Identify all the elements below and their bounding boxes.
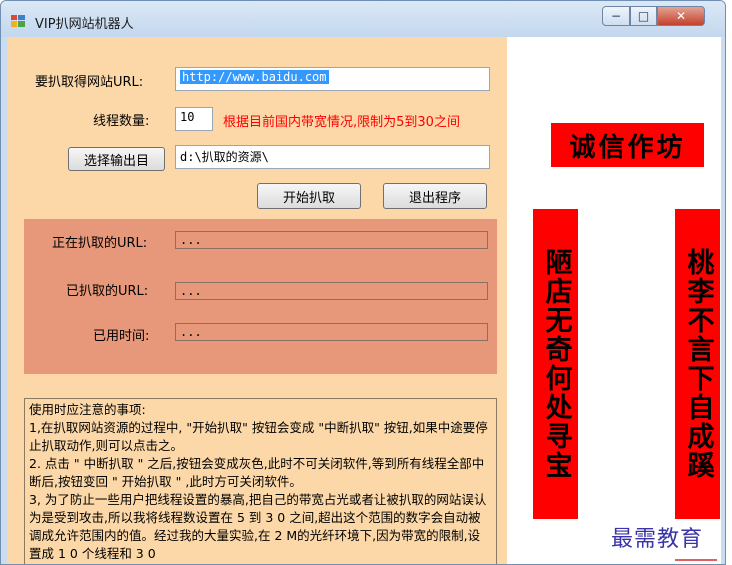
done-url-label: 已扒取的URL: — [66, 284, 149, 299]
current-url-value: ... — [175, 231, 488, 249]
status-panel: 正在扒取的URL: ... 已扒取的URL: ... 已用时间: ... — [24, 219, 497, 374]
threads-label: 线程数量: — [93, 114, 150, 129]
notes-item: 2. 点击 " 中断扒取 " 之后,按钮会变成灰色,此时不可关闭软件,等到所有线… — [29, 456, 485, 489]
elapsed-value: ... — [175, 323, 488, 341]
url-input-value: http://www.baidu.com — [180, 70, 329, 84]
close-button[interactable]: ✕ — [657, 6, 705, 26]
form-panel: 要扒取得网站URL: http://www.baidu.com 线程数量: 10… — [7, 37, 507, 564]
left-scroll: 陋店无奇何处寻宝 — [533, 209, 578, 519]
elapsed-label: 已用时间: — [93, 329, 150, 344]
watermark: 最需教育 — [611, 527, 704, 552]
app-icon — [11, 15, 25, 27]
threads-note: 根据目前国内带宽情况,限制为5到30之间 — [223, 115, 460, 130]
maximize-button[interactable]: □ — [630, 6, 657, 26]
banner-sign: 诚信作坊 — [551, 123, 704, 167]
app-window: VIP扒网站机器人 − □ ✕ 要扒取得网站URL: http://www.ba… — [0, 0, 726, 565]
output-path-input[interactable]: d:\扒取的资源\ — [175, 145, 490, 169]
current-url-label: 正在扒取的URL: — [52, 236, 148, 251]
notes-item: 3, 为了防止一些用户把线程设置的暴高,把自己的带宽占光或者让被扒取的网站误认为… — [29, 492, 487, 561]
url-input[interactable]: http://www.baidu.com — [175, 67, 490, 91]
url-label: 要扒取得网站URL: — [35, 75, 144, 90]
client-area: 要扒取得网站URL: http://www.baidu.com 线程数量: 10… — [7, 37, 721, 564]
title-bar[interactable]: VIP扒网站机器人 − □ ✕ — [1, 1, 725, 37]
notes-textbox[interactable]: 使用时应注意的事项: 1,在扒取网站资源的过程中, "开始扒取" 按钮会变成 "… — [24, 398, 497, 564]
start-button[interactable]: 开始扒取 — [257, 183, 361, 209]
right-scroll: 桃李不言下自成蹊 — [675, 209, 720, 519]
notes-heading: 使用时应注意的事项: — [29, 402, 146, 417]
notes-item: 1,在扒取网站资源的过程中, "开始扒取" 按钮会变成 "中断扒取" 按钮,如果… — [29, 420, 488, 453]
decor-panel: 诚信作坊 陋店无奇何处寻宝 桃李不言下自成蹊 最需教育 — [507, 37, 721, 564]
minimize-button[interactable]: − — [602, 6, 630, 26]
window-title: VIP扒网站机器人 — [35, 17, 134, 32]
exit-button[interactable]: 退出程序 — [383, 183, 487, 209]
stamp-mark — [675, 559, 717, 564]
choose-output-button[interactable]: 选择输出目 — [68, 147, 165, 171]
done-url-value: ... — [175, 282, 488, 300]
threads-input[interactable]: 10 — [175, 107, 213, 131]
